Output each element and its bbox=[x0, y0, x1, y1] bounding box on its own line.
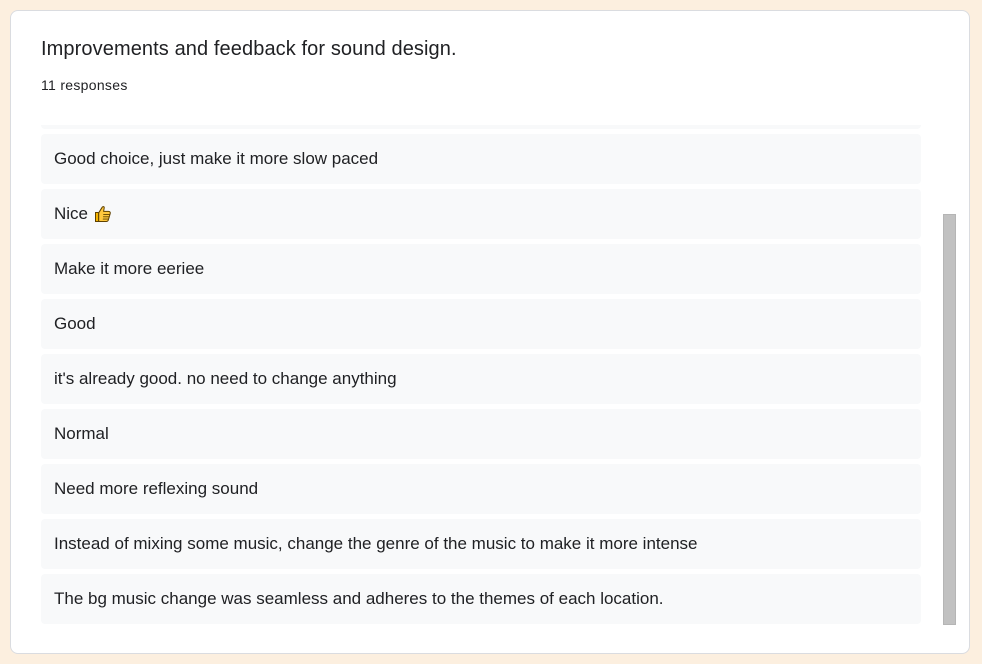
response-item: Make it more eeriee bbox=[41, 244, 921, 294]
responses-list: Good choice, just make it more slow pace… bbox=[41, 125, 921, 626]
response-text: Nice bbox=[54, 204, 89, 223]
question-summary-card: Improvements and feedback for sound desi… bbox=[10, 10, 970, 654]
response-item bbox=[41, 125, 921, 129]
response-text: Instead of mixing some music, change the… bbox=[54, 534, 698, 553]
question-title: Improvements and feedback for sound desi… bbox=[41, 38, 457, 60]
response-text: Make it more eeriee bbox=[54, 259, 205, 278]
response-item: it's already good. no need to change any… bbox=[41, 354, 921, 404]
scrollbar-track[interactable] bbox=[943, 125, 956, 626]
response-item: Instead of mixing some music, change the… bbox=[41, 519, 921, 569]
response-item: Good bbox=[41, 299, 921, 349]
response-text: Good choice, just make it more slow pace… bbox=[54, 149, 379, 168]
responses-list-viewport[interactable]: Good choice, just make it more slow pace… bbox=[41, 125, 921, 626]
response-text: Need more reflexing sound bbox=[54, 479, 259, 498]
thumbs-up-icon bbox=[93, 204, 113, 224]
response-text: The bg music change was seamless and adh… bbox=[54, 589, 664, 608]
response-text: Normal bbox=[54, 424, 109, 443]
response-count: 11 responses bbox=[41, 77, 128, 93]
response-item: Good choice, just make it more slow pace… bbox=[41, 134, 921, 184]
response-item: The bg music change was seamless and adh… bbox=[41, 574, 921, 624]
response-item: Need more reflexing sound bbox=[41, 464, 921, 514]
response-item: Normal bbox=[41, 409, 921, 459]
response-text: Good bbox=[54, 314, 96, 333]
response-text: it's already good. no need to change any… bbox=[54, 369, 397, 388]
response-item: Nice bbox=[41, 189, 921, 239]
scrollbar-thumb[interactable] bbox=[943, 214, 956, 625]
